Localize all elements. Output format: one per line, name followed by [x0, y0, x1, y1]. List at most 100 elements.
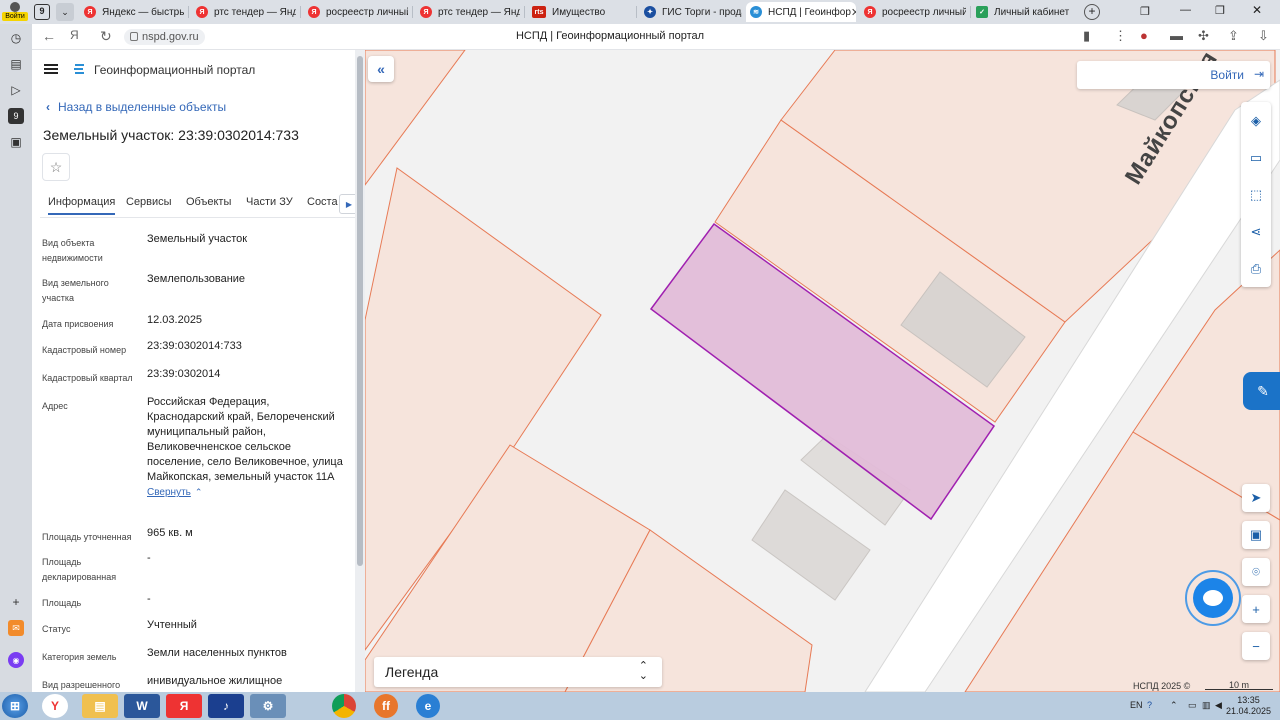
- back-to-selected-link[interactable]: ‹ Назад в выделенные объекты: [46, 100, 226, 114]
- tab-rosreestr-2[interactable]: Яросреестр личный: [860, 2, 966, 22]
- volume-icon[interactable]: ◀: [1215, 700, 1222, 711]
- tabs-dropdown-button[interactable]: ⌄: [56, 3, 74, 21]
- layers-icon[interactable]: ◈: [1241, 102, 1271, 139]
- tab-yandex-1[interactable]: Я Яндекс — быстрый: [80, 2, 184, 22]
- info-panel: Геоинформационный портал ‹ Назад в выделе…: [32, 50, 355, 692]
- login-button[interactable]: Войти ⇥: [1077, 61, 1270, 89]
- tab-parts[interactable]: Части ЗУ: [246, 196, 293, 208]
- rts-icon: rts: [532, 6, 546, 18]
- tab-cabinet[interactable]: ✓ Личный кабинет: [972, 2, 1076, 22]
- download-icon[interactable]: ⇩: [1258, 28, 1269, 44]
- double-chevron-left-icon: «: [377, 61, 385, 77]
- zoom-in-button[interactable]: +: [1242, 595, 1270, 623]
- property-label: Вид разрешенного: [42, 680, 121, 690]
- extensions-puzzle-icon[interactable]: ✣: [1198, 28, 1209, 44]
- tab-composition[interactable]: Соста: [307, 196, 338, 208]
- login-icon: ⇥: [1253, 67, 1264, 81]
- language-indicator[interactable]: EN: [1130, 700, 1143, 710]
- yandex-icon: Я: [196, 6, 208, 18]
- share-icon[interactable]: ⇪: [1228, 28, 1239, 44]
- browser-tab-bar: Войти 9 ⌄ Я Яндекс — быстрый Яртс тендер …: [0, 0, 1280, 24]
- clock[interactable]: 13:35 21.04.2025: [1226, 695, 1271, 717]
- map-toolbar: ◈ ▭ ⬚ ⋖ ⎙: [1241, 102, 1271, 287]
- tabs-scroll-right-button[interactable]: ▶: [339, 194, 355, 214]
- tab-objects[interactable]: Объекты: [186, 196, 231, 208]
- tab-rts-search-1[interactable]: Яртс тендер — Яндекс: [192, 2, 296, 22]
- yandex-icon: Я: [420, 6, 432, 18]
- close-tab-icon[interactable]: ✕: [851, 6, 856, 19]
- tab-gis-torgi[interactable]: ✦ ГИС Торги - продаж: [640, 2, 742, 22]
- minimap-button[interactable]: ▣: [1242, 521, 1270, 549]
- play-icon[interactable]: ▷: [8, 82, 24, 98]
- firefox-app[interactable]: ff: [374, 694, 398, 718]
- reading-icon[interactable]: ▬: [1170, 28, 1183, 43]
- tab-count-icon[interactable]: 9: [8, 108, 24, 124]
- image-search-icon[interactable]: ▣: [8, 134, 24, 150]
- zoom-out-button[interactable]: −: [1242, 632, 1270, 660]
- ruler-icon[interactable]: ▭: [1241, 139, 1271, 176]
- collapse-address-link[interactable]: Свернуть ⌃: [147, 485, 347, 500]
- portal-logo-icon: [74, 64, 84, 74]
- tab-imushchestvo[interactable]: rts Имущество: [528, 2, 632, 22]
- tab-label: росреестр личный: [326, 6, 408, 18]
- info-panel-scrollbar[interactable]: [355, 50, 365, 692]
- tray-arrow-icon[interactable]: ⌃: [1170, 700, 1178, 711]
- tab-nspd[interactable]: ≋ НСПД | Геоинфор ✕: [746, 2, 856, 22]
- more-menu-icon[interactable]: ⋮: [1114, 28, 1127, 44]
- share-map-icon[interactable]: ⋖: [1241, 213, 1271, 250]
- tab-information[interactable]: Информация: [48, 196, 116, 215]
- bookmark-icon[interactable]: ▮: [1083, 28, 1090, 44]
- property-value: Российская Федерация, Краснодарский край…: [147, 395, 347, 500]
- explorer-app[interactable]: ▤: [82, 694, 118, 718]
- profile-button[interactable]: Войти: [2, 1, 28, 23]
- tab-services[interactable]: Сервисы: [126, 196, 172, 208]
- alice-icon[interactable]: ◉: [8, 652, 24, 668]
- legend-dropdown[interactable]: Легенда ⌃ ⌄: [374, 657, 662, 687]
- property-label: Площадь уточненная: [42, 532, 132, 542]
- feedback-tab-icon[interactable]: ✎: [1243, 372, 1280, 410]
- menu-icon[interactable]: [44, 64, 58, 74]
- minimize-button[interactable]: —: [1180, 4, 1191, 16]
- scrollbar-thumb[interactable]: [357, 56, 363, 566]
- collections-icon[interactable]: ❐: [1140, 5, 1150, 18]
- tab-rosreestr-1[interactable]: Яросреестр личный: [304, 2, 408, 22]
- property-label: Адрес: [42, 401, 68, 411]
- notes-icon[interactable]: ▤: [8, 56, 24, 72]
- copyright-text: НСПД 2025 ©: [1133, 681, 1191, 691]
- network-app[interactable]: ⚙: [250, 694, 286, 718]
- select-area-icon[interactable]: ⬚: [1241, 176, 1271, 213]
- tab-count-button[interactable]: 9: [34, 4, 50, 20]
- collapse-label: Свернуть: [147, 487, 191, 498]
- maximize-button[interactable]: ❐: [1215, 4, 1225, 17]
- nspd-icon: ≋: [750, 6, 762, 18]
- yandex-app[interactable]: Я: [166, 694, 202, 718]
- chrome-app[interactable]: [332, 694, 356, 718]
- mail-icon[interactable]: ✉: [8, 620, 24, 636]
- plus-icon: +: [1252, 601, 1260, 617]
- tab-label: Личный кабинет: [994, 6, 1070, 18]
- chat-button[interactable]: [1193, 578, 1233, 618]
- map-view[interactable]: Майкопская « Войти ⇥ ◈ ▭ ⬚ ⋖ ⎙ ✎ ➤ ▣ ⌾ +…: [365, 50, 1280, 692]
- geolocation-button[interactable]: ➤: [1242, 484, 1270, 512]
- collapse-panel-button[interactable]: «: [368, 56, 394, 82]
- add-panel-icon[interactable]: +: [8, 594, 24, 610]
- location-search-button[interactable]: ⌾: [1242, 558, 1270, 586]
- property-value: 12.03.2025: [147, 314, 203, 326]
- close-window-button[interactable]: ✕: [1252, 3, 1262, 17]
- start-button[interactable]: ⊞: [2, 694, 28, 718]
- history-icon[interactable]: ◷: [8, 30, 24, 46]
- help-icon[interactable]: ?: [1147, 700, 1152, 710]
- word-app[interactable]: W: [124, 694, 160, 718]
- address-text: Российская Федерация, Краснодарский край…: [147, 396, 343, 483]
- new-tab-button[interactable]: +: [1084, 4, 1100, 20]
- network-icon[interactable]: ▥: [1202, 700, 1211, 711]
- display-icon[interactable]: ▭: [1188, 700, 1197, 711]
- tab-rts-search-2[interactable]: Яртс тендер — Яндекс: [416, 2, 520, 22]
- print-icon[interactable]: ⎙: [1241, 250, 1271, 287]
- yandex-browser-app[interactable]: Y: [42, 694, 68, 718]
- taskbar: ⊞ Y ▤ W Я ♪ ⚙ ff e EN ? ⌃ ▭ ▥ ◀ 13:35 21…: [0, 692, 1280, 720]
- extension-icon[interactable]: ●: [1140, 28, 1148, 43]
- notes-app[interactable]: ♪: [208, 694, 244, 718]
- favorite-button[interactable]: ☆: [42, 153, 70, 181]
- ie-app[interactable]: e: [416, 694, 440, 718]
